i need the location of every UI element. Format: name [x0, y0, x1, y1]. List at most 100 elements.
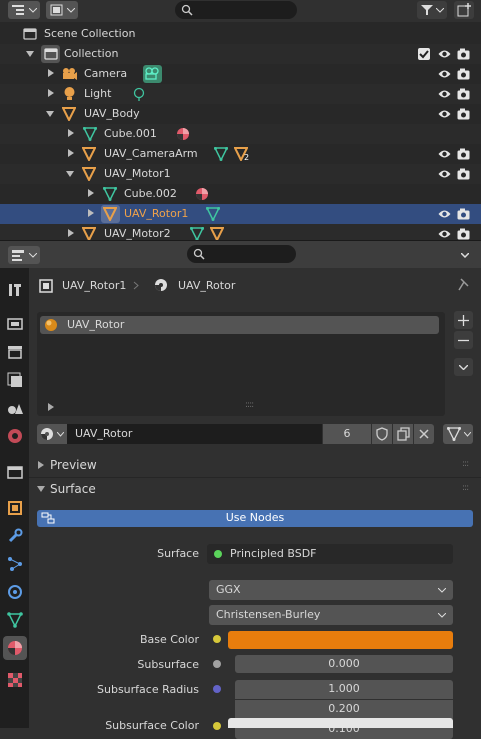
outliner-row-light[interactable]: Light — [0, 84, 481, 104]
outliner-row-uav-rotor1[interactable]: UAV_Rotor1 — [0, 204, 481, 224]
collapse-arrow-icon[interactable] — [46, 111, 54, 117]
expand-arrow-icon[interactable] — [48, 403, 54, 411]
expand-arrow-icon[interactable] — [88, 189, 94, 197]
expand-arrow-icon[interactable] — [48, 69, 54, 77]
drag-handle[interactable]: ::: — [462, 483, 469, 493]
object-icon — [8, 501, 22, 515]
render-camera-icon[interactable] — [457, 48, 470, 60]
outliner-row-cube-001[interactable]: Cube.001 — [0, 124, 481, 144]
visibility-eye-icon[interactable] — [438, 108, 451, 120]
user-count-button[interactable]: 6 — [323, 424, 371, 444]
subsurface-slider[interactable]: 0.000 — [235, 655, 453, 673]
visibility-eye-icon[interactable] — [438, 168, 451, 180]
render-camera-icon[interactable] — [457, 68, 470, 80]
exclude-checkbox[interactable] — [418, 48, 430, 60]
slot-specials-dropdown[interactable] — [454, 358, 473, 376]
outliner-row-scene-collection[interactable]: Scene Collection — [0, 24, 481, 44]
subsurface-color-swatch[interactable] — [228, 718, 453, 728]
visibility-eye-icon[interactable] — [438, 88, 451, 100]
color-socket-icon[interactable] — [213, 722, 221, 730]
slot-link-dropdown[interactable] — [443, 424, 473, 444]
tab-texture[interactable] — [3, 668, 27, 692]
mesh-data-icon[interactable] — [214, 147, 228, 161]
mesh-data-icon[interactable] — [206, 207, 220, 221]
tab-physics[interactable] — [3, 580, 27, 604]
tab-material[interactable] — [3, 636, 27, 660]
vector-socket-icon[interactable] — [213, 685, 221, 693]
browse-material-button[interactable] — [37, 424, 67, 444]
filter-dropdown[interactable] — [417, 1, 447, 19]
outliner-row-uav-motor1[interactable]: UAV_Motor1 — [0, 164, 481, 184]
subsurface-method-dropdown[interactable]: Christensen-Burley — [209, 605, 453, 625]
collapse-arrow-icon[interactable] — [66, 171, 74, 177]
tab-view-layer[interactable] — [3, 368, 27, 392]
outliner-row-collection[interactable]: Collection — [0, 44, 481, 64]
tab-object-data[interactable] — [3, 608, 27, 632]
visibility-eye-icon[interactable] — [438, 48, 451, 60]
visibility-eye-icon[interactable] — [438, 148, 451, 160]
use-nodes-toggle[interactable]: Use Nodes — [37, 510, 473, 527]
preview-panel-header[interactable]: Preview ::: — [32, 454, 478, 476]
outliner-row-uav-motor2[interactable]: UAV_Motor2 — [0, 224, 481, 240]
tab-object[interactable] — [3, 496, 27, 520]
editor-type-dropdown[interactable] — [8, 246, 40, 264]
value-socket-icon[interactable] — [213, 660, 221, 668]
outliner-row-uav-cameraarm[interactable]: UAV_CameraArm 2 — [0, 144, 481, 164]
expand-arrow-icon[interactable] — [68, 229, 74, 237]
outliner-row-uav-body[interactable]: UAV_Body — [0, 104, 481, 124]
visibility-eye-icon[interactable] — [438, 208, 451, 220]
outliner-search-input[interactable] — [175, 1, 297, 19]
render-camera-icon[interactable] — [457, 168, 470, 180]
light-data-icon[interactable] — [132, 87, 146, 101]
new-collection-button[interactable] — [454, 1, 474, 19]
visibility-eye-icon[interactable] — [438, 68, 451, 80]
remove-slot-button[interactable] — [454, 331, 473, 349]
tab-scene[interactable] — [3, 396, 27, 420]
expand-arrow-icon[interactable] — [68, 129, 74, 137]
pin-icon[interactable] — [457, 278, 470, 292]
fake-user-button[interactable] — [372, 424, 392, 444]
new-material-button[interactable] — [393, 424, 413, 444]
tab-particles[interactable] — [3, 552, 27, 576]
outliner-row-camera[interactable]: Camera — [0, 64, 481, 84]
surface-panel-header[interactable]: Surface ::: — [32, 478, 478, 500]
options-dropdown[interactable] — [455, 246, 475, 264]
render-camera-icon[interactable] — [457, 108, 470, 120]
display-mode-dropdown[interactable] — [46, 1, 78, 19]
material-icon[interactable] — [195, 187, 209, 201]
unlink-material-button[interactable] — [414, 424, 434, 444]
collapse-arrow-icon[interactable] — [26, 51, 34, 57]
properties-search-input[interactable] — [187, 245, 296, 263]
material-icon[interactable] — [176, 127, 190, 141]
render-camera-icon[interactable] — [457, 208, 470, 220]
resize-handle[interactable]: :::: — [245, 400, 254, 410]
add-slot-button[interactable] — [454, 311, 473, 329]
tab-render[interactable] — [3, 312, 27, 336]
drag-handle[interactable]: ::: — [462, 459, 469, 469]
color-socket-icon[interactable] — [213, 635, 221, 643]
tab-world[interactable] — [3, 424, 27, 448]
visibility-eye-icon[interactable] — [438, 228, 451, 240]
subsurface-radius-y[interactable]: 0.200 — [235, 700, 453, 719]
expand-arrow-icon[interactable] — [48, 89, 54, 97]
render-camera-icon[interactable] — [457, 228, 470, 240]
camera-data-icon-box[interactable] — [143, 65, 162, 83]
distribution-dropdown[interactable]: GGX — [209, 580, 453, 600]
child-object-icon[interactable] — [210, 227, 224, 240]
base-color-swatch[interactable] — [228, 631, 453, 649]
subsurface-radius-x[interactable]: 1.000 — [235, 680, 453, 699]
tab-tool[interactable] — [3, 278, 27, 302]
tab-collection[interactable] — [3, 460, 27, 484]
material-name-field[interactable]: UAV_Rotor — [67, 424, 322, 444]
material-slot-item[interactable]: UAV_Rotor — [40, 316, 439, 334]
surface-shader-field[interactable]: Principled BSDF — [207, 544, 453, 564]
tab-modifiers[interactable] — [3, 524, 27, 548]
outliner-row-cube-002[interactable]: Cube.002 — [0, 184, 481, 204]
tab-output[interactable] — [3, 340, 27, 364]
render-camera-icon[interactable] — [457, 148, 470, 160]
expand-arrow-icon[interactable] — [88, 209, 94, 217]
render-camera-icon[interactable] — [457, 88, 470, 100]
mesh-data-icon[interactable] — [190, 227, 204, 240]
editor-type-dropdown[interactable] — [8, 1, 40, 19]
expand-arrow-icon[interactable] — [68, 149, 74, 157]
